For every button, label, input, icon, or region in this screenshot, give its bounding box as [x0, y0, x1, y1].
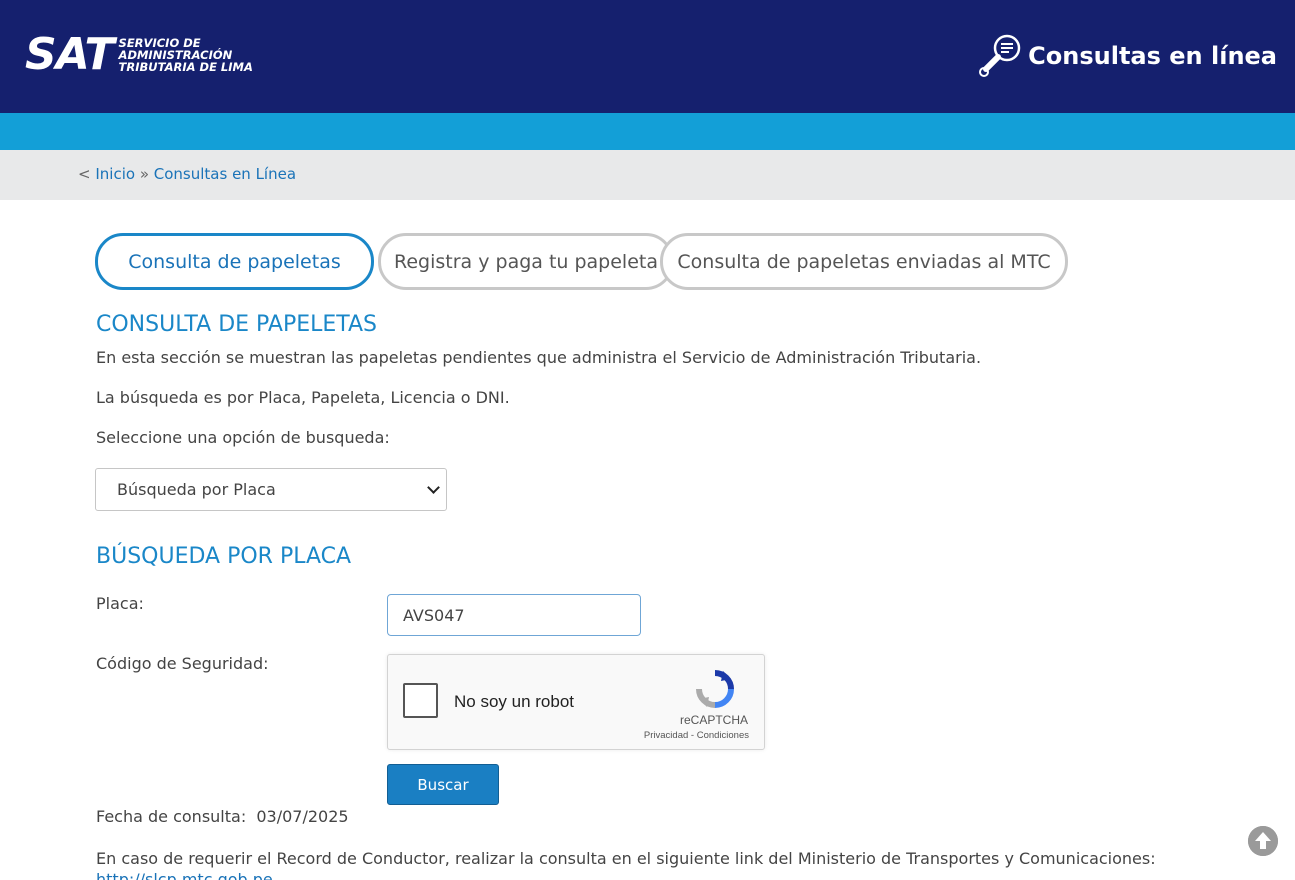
- recaptcha-icon: [696, 670, 734, 708]
- logo-subtitle: SERVICIO DE ADMINISTRACIÓN TRIBUTARIA DE…: [119, 37, 253, 73]
- search-info: La búsqueda es por Placa, Papeleta, Lice…: [96, 388, 510, 407]
- sat-logo[interactable]: SAT SERVICIO DE ADMINISTRACIÓN TRIBUTARI…: [25, 33, 253, 77]
- search-option-select[interactable]: Búsqueda por Placa: [95, 468, 447, 511]
- section-intro: En esta sección se muestran las papeleta…: [96, 348, 982, 367]
- header-section-title: Consultas en línea: [978, 33, 1277, 79]
- breadcrumb-separator: »: [135, 165, 154, 183]
- recaptcha-terms[interactable]: Privacidad - Condiciones: [644, 730, 749, 741]
- placa-value: AVS047: [403, 605, 465, 625]
- tab-consulta-papeletas[interactable]: Consulta de papeletas: [95, 233, 374, 290]
- query-date-label: Fecha de consulta:: [96, 807, 247, 826]
- breadcrumb-prefix: <: [78, 165, 96, 183]
- chevron-down-icon: [427, 481, 440, 494]
- tab-papeletas-mtc[interactable]: Consulta de papeletas enviadas al MTC: [660, 233, 1068, 290]
- query-date-value: 03/07/2025: [256, 807, 349, 826]
- placa-input[interactable]: AVS047: [387, 594, 641, 636]
- logo-line: TRIBUTARIA DE LIMA: [118, 60, 253, 74]
- recaptcha-checkbox[interactable]: [403, 683, 438, 718]
- security-code-label: Código de Seguridad:: [96, 654, 269, 673]
- record-conductor-note: En caso de requerir el Record de Conduct…: [96, 849, 1156, 868]
- section-title: CONSULTA DE PAPELETAS: [96, 312, 378, 337]
- form-title: BÚSQUEDA POR PLACA: [96, 544, 352, 569]
- accent-band: [0, 113, 1295, 150]
- breadcrumb: < Inicio » Consultas en Línea: [0, 150, 1295, 200]
- mtc-link[interactable]: http://slcp.mtc.gob.pe: [96, 870, 273, 880]
- breadcrumb-current-link[interactable]: Consultas en Línea: [154, 165, 296, 183]
- header-title: Consultas en línea: [1028, 42, 1277, 70]
- scroll-to-top-button[interactable]: [1248, 826, 1278, 856]
- query-date: Fecha de consulta: 03/07/2025: [96, 807, 349, 826]
- recaptcha-widget: No soy un robot reCAPTCHA Privacidad - C…: [387, 654, 765, 750]
- tab-registra-paga[interactable]: Registra y paga tu papeleta: [378, 233, 674, 290]
- search-document-icon: [979, 34, 1021, 77]
- placa-label: Placa:: [96, 594, 144, 613]
- select-prompt: Seleccione una opción de busqueda:: [96, 428, 390, 447]
- select-value: Búsqueda por Placa: [117, 480, 276, 499]
- arrow-up-icon: [1248, 826, 1278, 856]
- recaptcha-brand: reCAPTCHA: [679, 713, 748, 727]
- logo-mark: SAT: [25, 29, 115, 80]
- breadcrumb-home-link[interactable]: Inicio: [95, 165, 135, 183]
- site-header: SAT SERVICIO DE ADMINISTRACIÓN TRIBUTARI…: [0, 0, 1295, 113]
- search-button[interactable]: Buscar: [387, 764, 499, 805]
- recaptcha-label: No soy un robot: [454, 692, 575, 711]
